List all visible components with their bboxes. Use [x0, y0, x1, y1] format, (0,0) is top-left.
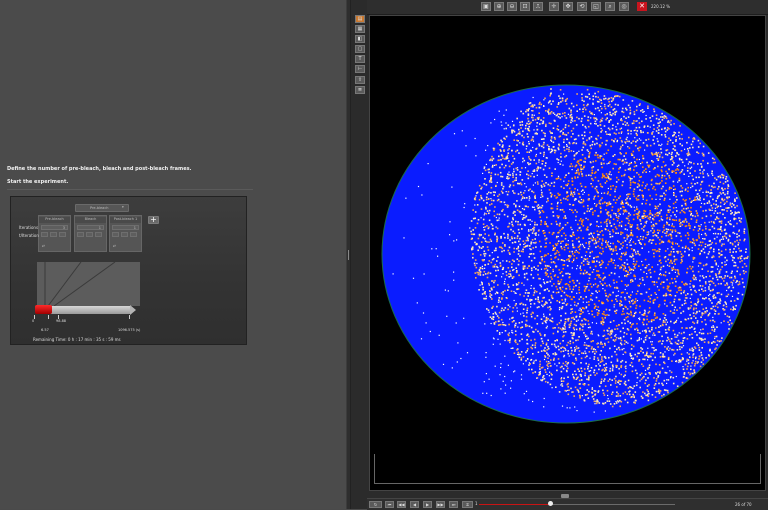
loop-icon[interactable]: ↻	[369, 501, 382, 508]
instruction-step-2: Start the experiment.	[7, 179, 68, 185]
divider	[7, 189, 253, 190]
row-label-iterations: Iterations	[19, 225, 38, 230]
frap-settings-panel: Pre-bleach ▾ Pre-bleach 3 ⇄ Bleach 1 Pos…	[10, 196, 247, 345]
t-iteration-hours[interactable]	[112, 232, 119, 237]
t-iteration-sec[interactable]	[130, 232, 137, 237]
step-forward-icon[interactable]: ▶▶	[436, 501, 445, 508]
tick-label-end: 1096.575 (s)	[118, 328, 140, 332]
timeline-tick	[48, 315, 49, 319]
zoom-fit-icon[interactable]: ⊡	[520, 2, 530, 11]
column-post-bleach-1[interactable]: Post-bleach 1 1 ⇄	[109, 215, 142, 252]
frame-slider-progress	[479, 504, 550, 505]
link-icon[interactable]: ⇄	[42, 244, 45, 248]
zoom-level: 220.12 %	[651, 4, 670, 9]
play-reverse-icon[interactable]: ◀	[410, 501, 419, 508]
playback-bar: ↻ ⏮ ◀◀ ◀ ▶ ▶▶ ⏭ ⧖ 1 26 of 70	[367, 498, 768, 510]
text-icon[interactable]: T	[355, 55, 365, 63]
scalebar-icon[interactable]: ⊢	[355, 65, 365, 73]
current-frame: 26	[735, 502, 740, 507]
zoom-in-icon[interactable]: ⊕	[494, 2, 504, 11]
t-iteration-sec[interactable]	[59, 232, 66, 237]
chevron-down-icon: ▾	[122, 205, 124, 209]
iterations-field[interactable]: 3	[41, 225, 68, 230]
link-icon[interactable]: ⇄	[113, 244, 116, 248]
export-icon[interactable]: ⇪	[355, 76, 365, 84]
column-title: Bleach	[75, 217, 106, 223]
step-back-icon[interactable]: ◀◀	[397, 501, 406, 508]
stack-icon[interactable]: ≣	[355, 86, 365, 94]
roi-icon[interactable]: ▢	[355, 45, 365, 53]
image-viewer-pane: ▣ ⊕ ⊖ ⊡ ⎍ ✛ ✥ ⟲ ◱ ⌕ ◎ ✕ 220.12 % ▤ ▦ ◧ ▢…	[351, 0, 768, 509]
timeline-tick	[129, 315, 130, 319]
play-icon[interactable]: ▶	[423, 501, 432, 508]
timeline-projection	[37, 262, 140, 306]
iterations-value: 1	[134, 226, 136, 230]
frame-slider-thumb[interactable]	[548, 501, 553, 506]
t-iteration-hours[interactable]	[41, 232, 48, 237]
display-icon[interactable]: ▤	[355, 15, 365, 23]
canvas-frame	[374, 454, 761, 484]
close-icon[interactable]: ✕	[637, 2, 647, 11]
side-toolbar: ▤ ▦ ◧ ▢ T ⊢ ⇪ ≣	[355, 14, 365, 94]
t-iteration-min[interactable]	[50, 232, 57, 237]
instruction-step-1: Define the number of pre-bleach, bleach …	[7, 166, 191, 172]
iterations-field[interactable]: 1	[77, 225, 104, 230]
arrow-right-icon	[130, 305, 136, 315]
overlay-icon[interactable]: ▦	[355, 25, 365, 33]
column-bleach[interactable]: Bleach 1	[74, 215, 107, 252]
zoom-reset-icon[interactable]: ⌕	[605, 2, 615, 11]
frame-counter: 26 of 70	[735, 502, 752, 507]
phase-dropdown[interactable]: Pre-bleach ▾	[75, 204, 129, 212]
iterations-value: 3	[63, 226, 65, 230]
fps-icon[interactable]: ⧖	[462, 501, 473, 508]
rotate-icon[interactable]: ⟲	[577, 2, 587, 11]
range-start: 1	[475, 501, 478, 506]
remaining-time: Remaining Time: 0 h : 17 min : 35 s : 59…	[33, 337, 121, 342]
last-frame-icon[interactable]: ⏭	[449, 501, 458, 508]
viewer-toolbar: ▣ ⊕ ⊖ ⊡ ⎍ ✛ ✥ ⟲ ◱ ⌕ ◎ ✕ 220.12 %	[367, 0, 768, 15]
row-label-t-iteration: t/Iteration	[19, 233, 39, 238]
zoom-out-icon[interactable]: ⊖	[507, 2, 517, 11]
experiment-panel: Define the number of pre-bleach, bleach …	[0, 0, 346, 509]
first-frame-icon[interactable]: ⏮	[385, 501, 394, 508]
timeline-progress	[35, 305, 52, 314]
t-iteration-sec[interactable]	[95, 232, 102, 237]
column-title: Post-bleach 1	[110, 217, 141, 223]
phase-dropdown-label: Pre-bleach	[90, 206, 108, 210]
iterations-value: 1	[99, 226, 101, 230]
tick-label-start: 0	[32, 319, 34, 323]
iterations-field[interactable]: 1	[112, 225, 139, 230]
t-iteration-min[interactable]	[121, 232, 128, 237]
ruler-icon[interactable]: ⎍	[533, 2, 543, 11]
fluorescence-image	[370, 16, 766, 491]
image-canvas[interactable]	[369, 15, 766, 491]
t-iteration-hours[interactable]	[77, 232, 84, 237]
move-icon[interactable]: ✥	[563, 2, 573, 11]
column-title: Pre-bleach	[39, 217, 70, 223]
tick-label-bleach: 6.57	[41, 328, 49, 332]
of-label: of	[741, 502, 745, 507]
channel-icon[interactable]: ◧	[355, 35, 365, 43]
total-frames: 70	[747, 502, 752, 507]
snapshot-icon[interactable]: ▣	[481, 2, 491, 11]
crosshair-icon[interactable]: ✛	[549, 2, 559, 11]
splitter-grip-icon[interactable]	[348, 250, 349, 260]
projection-lines	[37, 262, 140, 306]
column-pre-bleach[interactable]: Pre-bleach 3 ⇄	[38, 215, 71, 252]
tick-label-post: 98.88	[56, 319, 66, 323]
t-iteration-min[interactable]	[86, 232, 93, 237]
zoom-region-icon[interactable]: ◱	[591, 2, 601, 11]
add-phase-button[interactable]: +	[148, 216, 159, 224]
zoom-100-icon[interactable]: ◎	[619, 2, 629, 11]
